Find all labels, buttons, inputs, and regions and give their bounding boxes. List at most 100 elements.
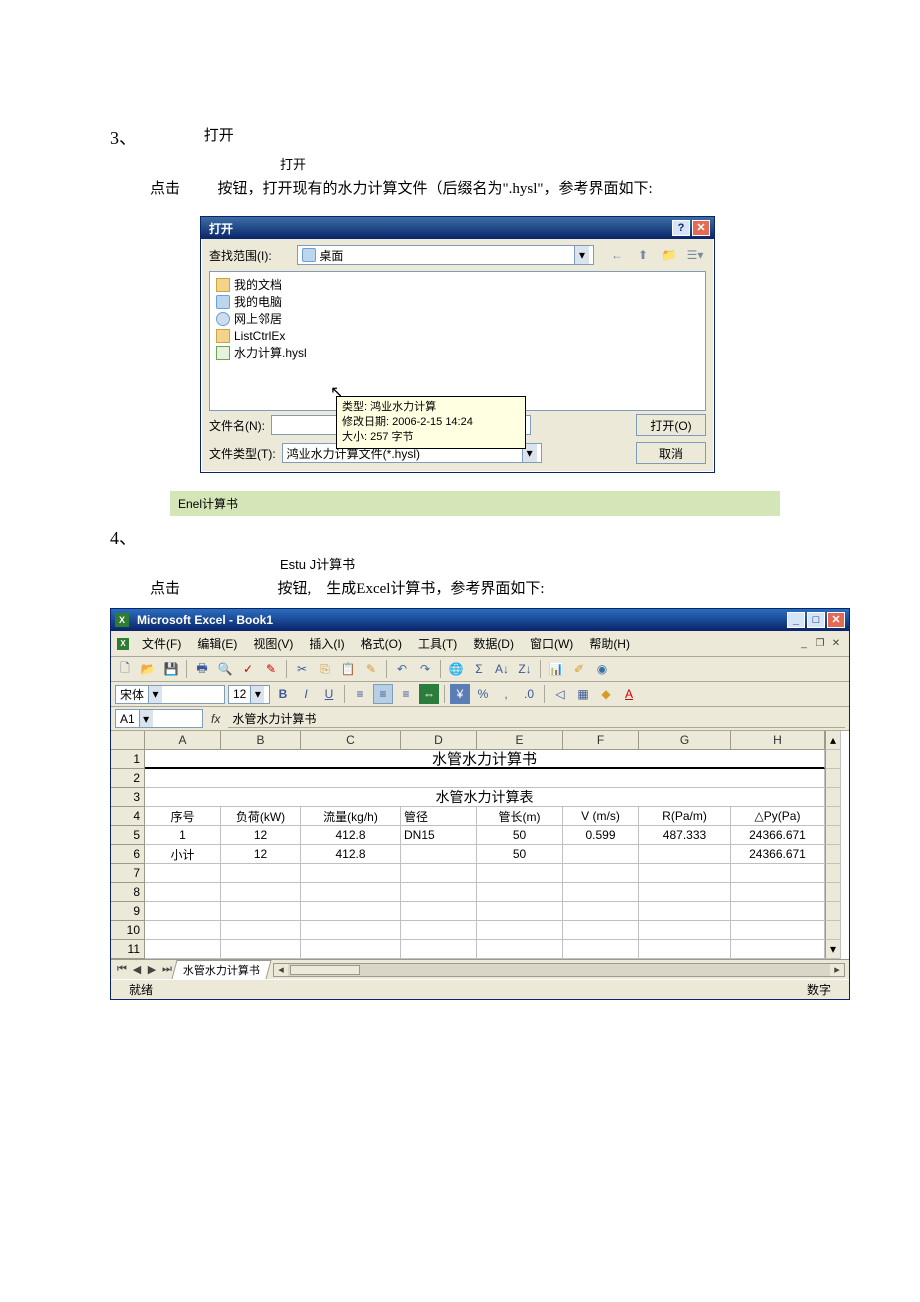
new-icon[interactable]: 🗋 (115, 659, 135, 679)
sheet-tab[interactable]: 水管水力计算书 (171, 960, 271, 979)
align-center-icon[interactable]: ≡ (373, 684, 393, 704)
research-icon[interactable]: ✎ (261, 659, 281, 679)
file-item-hysl[interactable]: 水力计算.hysl (216, 344, 699, 361)
cell[interactable]: 序号 (145, 807, 221, 826)
cell[interactable] (639, 902, 731, 921)
cell[interactable]: 1 (145, 826, 221, 845)
file-item-mycomputer[interactable]: 我的电脑 (216, 293, 699, 310)
cell[interactable] (145, 864, 221, 883)
spell-icon[interactable]: ✓ (238, 659, 258, 679)
next-sheet-button[interactable]: ▶ (145, 963, 159, 976)
scroll-track[interactable] (825, 769, 841, 788)
chevron-down-icon[interactable]: ▾ (250, 686, 264, 703)
mdi-close-button[interactable]: ✕ (829, 637, 843, 650)
scroll-track[interactable] (825, 807, 841, 826)
cell[interactable] (221, 864, 301, 883)
cell[interactable] (731, 902, 825, 921)
decrease-indent-icon[interactable]: ◁ (550, 684, 570, 704)
format-painter-icon[interactable]: ✎ (361, 659, 381, 679)
font-size-select[interactable]: 12▾ (228, 685, 270, 704)
close-button[interactable]: ✕ (827, 612, 845, 628)
help-icon[interactable]: ◉ (592, 659, 612, 679)
col-header[interactable]: A (145, 731, 221, 750)
drawing-icon[interactable]: ✐ (569, 659, 589, 679)
open-button[interactable]: 打开(O) (636, 414, 706, 436)
row-header[interactable]: 9 (111, 902, 145, 921)
cell[interactable] (401, 921, 477, 940)
cut-icon[interactable]: ✂ (292, 659, 312, 679)
cell[interactable] (477, 864, 563, 883)
cell[interactable] (145, 921, 221, 940)
cell[interactable] (401, 883, 477, 902)
col-header[interactable]: B (221, 731, 301, 750)
file-item-network[interactable]: 网上邻居 (216, 310, 699, 327)
cell[interactable]: 0.599 (563, 826, 639, 845)
cell[interactable] (563, 883, 639, 902)
save-icon[interactable]: 💾 (161, 659, 181, 679)
cell[interactable] (145, 883, 221, 902)
cell[interactable] (301, 883, 401, 902)
row-header[interactable]: 5 (111, 826, 145, 845)
cell[interactable] (401, 902, 477, 921)
increase-decimal-icon[interactable]: .0 (519, 684, 539, 704)
cell[interactable]: 412.8 (301, 826, 401, 845)
cell[interactable]: 50 (477, 826, 563, 845)
underline-button[interactable]: U (319, 684, 339, 704)
scroll-track[interactable] (825, 864, 841, 883)
cell[interactable]: 管长(m) (477, 807, 563, 826)
cell[interactable]: 流量(kg/h) (301, 807, 401, 826)
name-box[interactable]: A1▾ (115, 709, 203, 728)
cell[interactable] (639, 864, 731, 883)
scroll-down-button[interactable]: ▾ (825, 940, 841, 959)
scroll-track[interactable] (825, 902, 841, 921)
col-header[interactable]: E (477, 731, 563, 750)
row-header[interactable]: 10 (111, 921, 145, 940)
italic-button[interactable]: I (296, 684, 316, 704)
cell[interactable] (477, 902, 563, 921)
menu-insert[interactable]: 插入(I) (302, 633, 351, 654)
cell[interactable] (221, 883, 301, 902)
menu-help[interactable]: 帮助(H) (582, 633, 637, 654)
row-header[interactable]: 7 (111, 864, 145, 883)
cell[interactable] (301, 921, 401, 940)
file-item-listctrlex[interactable]: ListCtrlEx (216, 327, 699, 344)
file-item-mydocs[interactable]: 我的文档 (216, 276, 699, 293)
cell[interactable] (301, 902, 401, 921)
help-button[interactable]: ? (672, 220, 690, 236)
prev-sheet-button[interactable]: ◀ (130, 963, 144, 976)
cancel-button[interactable]: 取消 (636, 442, 706, 464)
cell[interactable] (401, 864, 477, 883)
scroll-track[interactable] (825, 921, 841, 940)
cell[interactable] (145, 902, 221, 921)
cell[interactable]: 小计 (145, 845, 221, 864)
col-header[interactable]: C (301, 731, 401, 750)
cell[interactable] (563, 921, 639, 940)
font-name-select[interactable]: 宋体▾ (115, 685, 225, 704)
borders-icon[interactable]: ▦ (573, 684, 593, 704)
horizontal-scrollbar[interactable]: ◂ ▸ (273, 963, 845, 977)
cell[interactable] (301, 864, 401, 883)
scroll-track[interactable] (825, 883, 841, 902)
align-right-icon[interactable]: ≡ (396, 684, 416, 704)
cell[interactable] (477, 883, 563, 902)
align-left-icon[interactable]: ≡ (350, 684, 370, 704)
autosum-icon[interactable]: Σ (469, 659, 489, 679)
col-header[interactable]: F (563, 731, 639, 750)
cell[interactable] (731, 883, 825, 902)
menu-edit[interactable]: 编辑(E) (190, 633, 244, 654)
cell[interactable] (639, 940, 731, 959)
chart-icon[interactable]: 📊 (546, 659, 566, 679)
scroll-track[interactable] (825, 845, 841, 864)
spreadsheet-grid[interactable]: A B C D E F G H ▴ 1 水管水力计算书 2 3 水管水力计算表 … (111, 731, 849, 959)
chevron-down-icon[interactable]: ▾ (148, 686, 162, 703)
file-list[interactable]: 我的文档 我的电脑 网上邻居 ListCtrlEx 水力计算.hysl ↖ 类型… (209, 271, 706, 411)
currency-icon[interactable]: ¥ (450, 684, 470, 704)
col-header[interactable]: D (401, 731, 477, 750)
scroll-right-button[interactable]: ▸ (830, 963, 844, 976)
cell[interactable] (563, 902, 639, 921)
row-header[interactable]: 3 (111, 788, 145, 807)
views-icon[interactable]: ☰▾ (684, 245, 706, 265)
cell[interactable]: 12 (221, 845, 301, 864)
cell[interactable] (221, 940, 301, 959)
scroll-left-button[interactable]: ◂ (274, 963, 288, 976)
